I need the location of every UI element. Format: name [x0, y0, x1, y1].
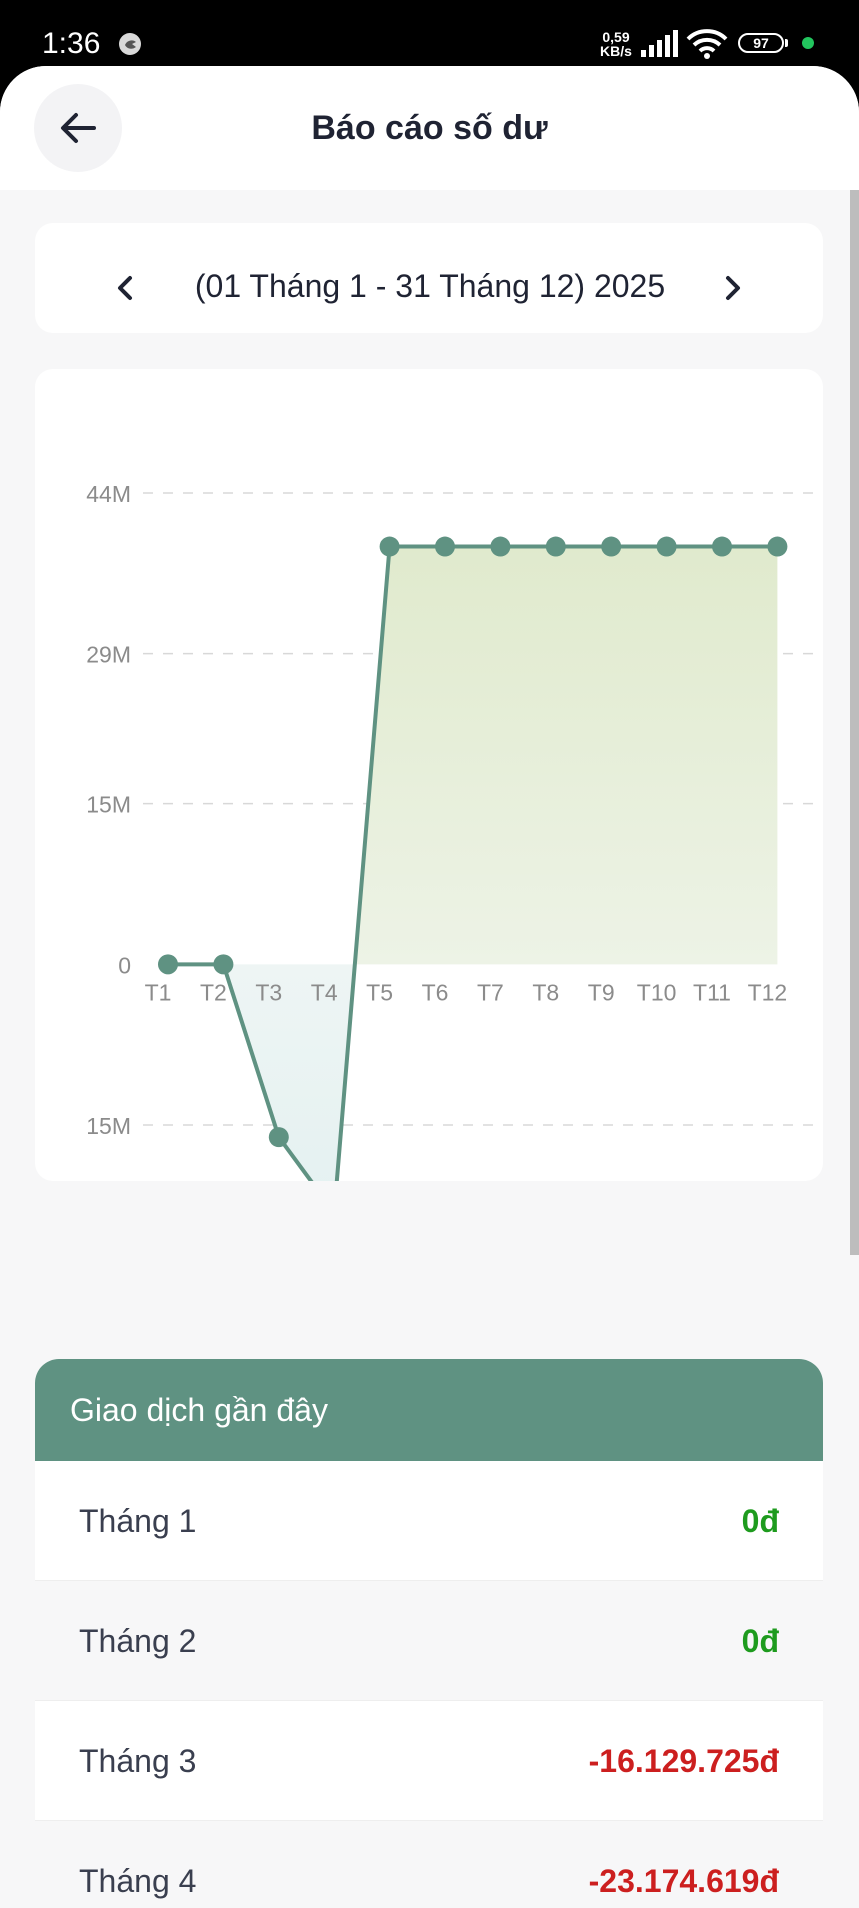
status-time: 1:36	[42, 27, 101, 60]
balance-chart: 44M29M15M015M29MT1T2T3T4T5T6T7T8T9T10T11…	[86, 481, 815, 1181]
data-point	[656, 536, 677, 557]
x-tick-label: T1	[145, 979, 172, 1005]
x-tick-label: T10	[637, 979, 677, 1005]
data-point	[767, 536, 788, 557]
wifi-icon	[686, 29, 728, 59]
transaction-month: Tháng 1	[79, 1503, 197, 1539]
transaction-month: Tháng 3	[79, 1743, 197, 1779]
x-tick-label: T11	[693, 979, 731, 1005]
period-label: (01 Tháng 1 - 31 Tháng 12) 2025	[194, 268, 666, 304]
transaction-row[interactable]: Tháng 1 0đ	[35, 1461, 823, 1581]
x-tick-label: T7	[477, 979, 504, 1005]
recent-transactions-header: Giao dịch gần đây	[35, 1359, 823, 1461]
notification-app-icon	[119, 33, 141, 55]
y-tick-label: 15M	[86, 1113, 131, 1139]
transaction-amount: -23.174.619đ	[588, 1863, 779, 1899]
chevron-left-icon[interactable]	[103, 265, 149, 311]
data-point	[601, 536, 622, 557]
x-tick-label: T3	[255, 979, 282, 1005]
recent-transactions-title: Giao dịch gần đây	[70, 1392, 328, 1428]
data-point	[435, 536, 455, 557]
transaction-row[interactable]: Tháng 3 -16.129.725đ	[35, 1701, 823, 1821]
page-title: Báo cáo số dư	[311, 109, 548, 147]
app-screen: Báo cáo số dư (01 Tháng 1 - 31 Tháng 12)…	[0, 66, 859, 1908]
x-tick-label: T2	[200, 979, 227, 1005]
cellular-signal-icon	[641, 30, 678, 57]
transaction-row[interactable]: Tháng 4 -23.174.619đ	[35, 1821, 823, 1908]
data-point	[213, 954, 234, 975]
transaction-month: Tháng 4	[79, 1863, 197, 1899]
x-tick-label: T12	[748, 979, 788, 1005]
y-tick-label: 0	[118, 952, 131, 978]
status-bar: 1:36 0,59 KB/s 97	[0, 0, 859, 70]
transaction-amount: 0đ	[741, 1503, 779, 1539]
y-tick-label: 15M	[86, 792, 131, 818]
network-speed: 0,59 KB/s	[600, 29, 632, 59]
x-tick-label: T8	[532, 979, 559, 1005]
battery-indicator: 97	[738, 33, 784, 53]
x-tick-label: T5	[366, 979, 393, 1005]
y-tick-label: 29M	[86, 642, 131, 668]
scrollbar[interactable]	[850, 190, 859, 1255]
privacy-indicator-dot	[802, 37, 814, 49]
positive-area-fill	[168, 546, 778, 965]
y-tick-label: 44M	[86, 481, 131, 507]
transaction-month: Tháng 2	[79, 1623, 197, 1659]
x-tick-label: T6	[422, 979, 449, 1005]
chevron-right-icon[interactable]	[709, 265, 755, 311]
balance-chart-card: 44M29M15M015M29MT1T2T3T4T5T6T7T8T9T10T11…	[35, 369, 823, 1181]
transaction-amount: 0đ	[741, 1623, 779, 1659]
data-point	[268, 1127, 289, 1148]
transaction-amount: -16.129.725đ	[588, 1743, 779, 1779]
data-point	[379, 536, 400, 557]
data-point	[490, 536, 511, 557]
x-tick-label: T4	[311, 979, 338, 1005]
battery-tip	[785, 39, 788, 47]
x-tick-label: T9	[588, 979, 615, 1005]
data-point	[545, 536, 566, 557]
header-bar: Báo cáo số dư	[0, 66, 859, 190]
transaction-row[interactable]: Tháng 2 0đ	[35, 1581, 823, 1701]
data-point	[712, 536, 732, 557]
transaction-list: Tháng 1 0đ Tháng 2 0đ Tháng 3 -16.129.725đ Thá…	[35, 1461, 823, 1908]
data-point	[158, 954, 178, 975]
